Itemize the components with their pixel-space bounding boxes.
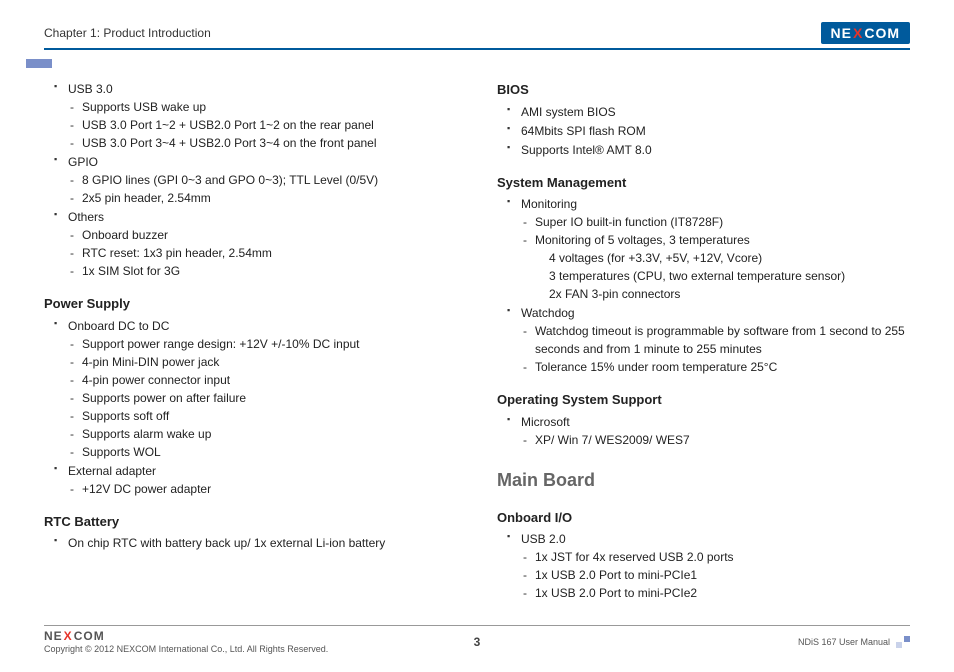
sys-mgmt-head: System Management [497, 173, 910, 193]
sub-list: +12V DC power adapter [68, 480, 457, 498]
list-item: External adapter+12V DC power adapter [58, 462, 457, 498]
list-item: WatchdogWatchdog timeout is programmable… [511, 304, 910, 376]
spec-list-power: Onboard DC to DCSupport power range desi… [44, 317, 457, 498]
os-support-head: Operating System Support [497, 390, 910, 410]
onboard-io-head: Onboard I/O [497, 508, 910, 528]
sub-list-item: 8 GPIO lines (GPI 0~3 and GPO 0~3); TTL … [70, 171, 457, 189]
footer-right: NDiS 167 User Manual [798, 636, 910, 648]
page-number: 3 [474, 635, 481, 649]
sub-list-item: 1x USB 2.0 Port to mini-PCIe2 [523, 584, 910, 602]
sub-list-item: 1x JST for 4x reserved USB 2.0 ports [523, 548, 910, 566]
list-item: USB 3.0Supports USB wake upUSB 3.0 Port … [58, 80, 457, 152]
sub-list: Supports USB wake upUSB 3.0 Port 1~2 + U… [68, 98, 457, 152]
spec-list-io: USB 3.0Supports USB wake upUSB 3.0 Port … [44, 80, 457, 280]
right-column: BIOS AMI system BIOS64Mbits SPI flash RO… [497, 80, 910, 603]
logo-part-b: COM [864, 25, 900, 41]
list-item: OthersOnboard buzzerRTC reset: 1x3 pin h… [58, 208, 457, 280]
sub-list-item: Supports power on after failure [70, 389, 457, 407]
sub-list: XP/ Win 7/ WES2009/ WES7 [521, 431, 910, 449]
spec-list-io2: USB 2.01x JST for 4x reserved USB 2.0 po… [497, 530, 910, 602]
page-header: Chapter 1: Product Introduction NEXCOM [44, 22, 910, 50]
sub-list-item: XP/ Win 7/ WES2009/ WES7 [523, 431, 910, 449]
sub-list-item: Supports soft off [70, 407, 457, 425]
sub-list-item: 1x USB 2.0 Port to mini-PCIe1 [523, 566, 910, 584]
list-item: USB 2.01x JST for 4x reserved USB 2.0 po… [511, 530, 910, 602]
manual-name: NDiS 167 User Manual [798, 637, 890, 647]
rtc-battery-head: RTC Battery [44, 512, 457, 532]
list-item: Onboard DC to DCSupport power range desi… [58, 317, 457, 461]
sub-list: Support power range design: +12V +/-10% … [68, 335, 457, 461]
spec-list-sys: MonitoringSuper IO built-in function (IT… [497, 195, 910, 376]
logo-part-x: X [853, 25, 863, 41]
sub-list-item: Monitoring of 5 voltages, 3 temperatures… [523, 231, 910, 303]
footer-squares-icon [896, 636, 910, 648]
left-column: USB 3.0Supports USB wake upUSB 3.0 Port … [44, 80, 457, 603]
chapter-title: Chapter 1: Product Introduction [44, 26, 211, 40]
spec-list-os: MicrosoftXP/ Win 7/ WES2009/ WES7 [497, 413, 910, 449]
sub-list: Watchdog timeout is programmable by soft… [521, 322, 910, 376]
list-item: MicrosoftXP/ Win 7/ WES2009/ WES7 [511, 413, 910, 449]
content-columns: USB 3.0Supports USB wake upUSB 3.0 Port … [44, 80, 910, 603]
sub-list-item: 4-pin Mini-DIN power jack [70, 353, 457, 371]
page-footer: NEXCOM Copyright © 2012 NEXCOM Internati… [44, 625, 910, 654]
list-item: Supports Intel® AMT 8.0 [511, 141, 910, 159]
sub-list-item: USB 3.0 Port 3~4 + USB2.0 Port 3~4 on th… [70, 134, 457, 152]
power-supply-head: Power Supply [44, 294, 457, 314]
sub-list-item: +12V DC power adapter [70, 480, 457, 498]
brand-logo: NEXCOM [821, 22, 910, 44]
footer-left: NEXCOM Copyright © 2012 NEXCOM Internati… [44, 629, 328, 654]
accent-bar [26, 59, 52, 68]
copyright-text: Copyright © 2012 NEXCOM International Co… [44, 644, 328, 654]
sub-list-item: USB 3.0 Port 1~2 + USB2.0 Port 1~2 on th… [70, 116, 457, 134]
main-board-head: Main Board [497, 467, 910, 494]
sub-list-item: Supports WOL [70, 443, 457, 461]
sub-list-item: 2x5 pin header, 2.54mm [70, 189, 457, 207]
sub-list: Onboard buzzerRTC reset: 1x3 pin header,… [68, 226, 457, 280]
sub-list: 1x JST for 4x reserved USB 2.0 ports1x U… [521, 548, 910, 602]
sub-list-item: 1x SIM Slot for 3G [70, 262, 457, 280]
sub-list-item: RTC reset: 1x3 pin header, 2.54mm [70, 244, 457, 262]
bios-head: BIOS [497, 80, 910, 100]
sub-list-item: Supports USB wake up [70, 98, 457, 116]
sub-list-item: Tolerance 15% under room temperature 25°… [523, 358, 910, 376]
spec-list-bios: AMI system BIOS64Mbits SPI flash ROMSupp… [497, 103, 910, 159]
logo-part-a: NE [831, 25, 852, 41]
sub-list-item: Watchdog timeout is programmable by soft… [523, 322, 910, 358]
sub-list-item: Support power range design: +12V +/-10% … [70, 335, 457, 353]
footer-logo: NEXCOM [44, 629, 328, 643]
sub-list-item: Super IO built-in function (IT8728F) [523, 213, 910, 231]
sub-list: Super IO built-in function (IT8728F)Moni… [521, 213, 910, 303]
list-item: AMI system BIOS [511, 103, 910, 121]
spec-list-rtc: On chip RTC with battery back up/ 1x ext… [44, 534, 457, 552]
list-item: On chip RTC with battery back up/ 1x ext… [58, 534, 457, 552]
sub-list-item: 4-pin power connector input [70, 371, 457, 389]
sub-list-item: Supports alarm wake up [70, 425, 457, 443]
list-item: 64Mbits SPI flash ROM [511, 122, 910, 140]
list-item: GPIO8 GPIO lines (GPI 0~3 and GPO 0~3); … [58, 153, 457, 207]
sub-list: 8 GPIO lines (GPI 0~3 and GPO 0~3); TTL … [68, 171, 457, 207]
list-item: MonitoringSuper IO built-in function (IT… [511, 195, 910, 303]
sub-list-item: Onboard buzzer [70, 226, 457, 244]
